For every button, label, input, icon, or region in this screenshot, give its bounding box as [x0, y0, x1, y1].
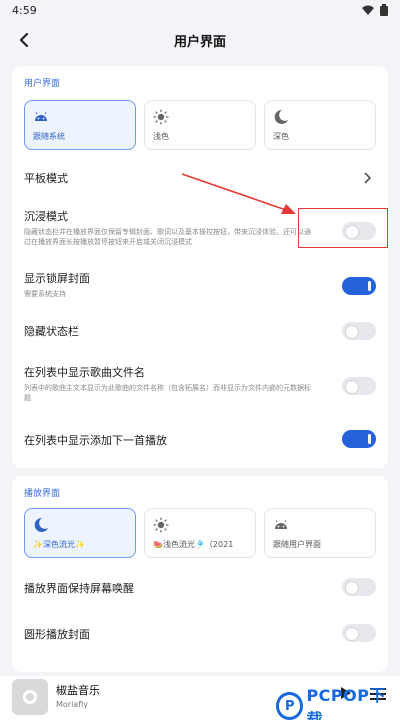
setting-title: 播放界面保持屏幕唤醒 — [24, 582, 134, 595]
setting-tablet-mode[interactable]: 平板模式 — [24, 170, 376, 186]
setting-hide-statusbar[interactable]: 隐藏状态栏 — [24, 323, 376, 339]
setting-keep-awake[interactable]: 播放界面保持屏幕唤醒 — [24, 580, 376, 596]
setting-title: 显示锁屏封面 — [24, 272, 90, 285]
player-mode-label: 跟随用户界面 — [273, 540, 321, 549]
chevron-right-icon — [364, 172, 372, 184]
moon-icon — [34, 517, 48, 532]
player-mode-follow-ui[interactable]: 跟随用户界面 — [264, 508, 376, 558]
setting-lockscreen-cover[interactable]: 显示锁屏封面 需要系统支持 — [24, 270, 376, 299]
setting-description: 需要系统支持 — [24, 290, 66, 298]
watermark-text: PCPOP下载 — [306, 686, 386, 720]
round-cover-toggle[interactable] — [342, 624, 376, 642]
player-mode-label: ✨深色流光✨ — [33, 540, 85, 549]
site-watermark: P PCPOP下载 — [276, 682, 400, 720]
android-icon — [35, 112, 47, 121]
app-bar: 用户界面 — [0, 22, 400, 58]
player-mode-label: 🍉浅色流光🎐（2021 — [153, 540, 234, 549]
player-settings-card: 播放界面 ✨深色流光✨ 🍉浅色流光🎐（2021 跟随用户界面 播放界面保持屏幕唤… — [12, 476, 388, 672]
setting-description: 隐藏状态栏并在播放界面仅保留专辑封面、歌词以及基本操控按钮，带来沉浸体验。还可以… — [24, 228, 311, 246]
back-arrow-icon — [19, 33, 29, 47]
sun-icon — [153, 109, 169, 125]
watermark-logo: P — [276, 692, 304, 720]
show-filename-toggle[interactable] — [342, 377, 376, 395]
wifi-icon — [362, 5, 374, 15]
player-mode-light-flow[interactable]: 🍉浅色流光🎐（2021 — [144, 508, 256, 558]
lockscreen-cover-toggle[interactable] — [342, 277, 376, 295]
player-mode-dark-flow[interactable]: ✨深色流光✨ — [24, 508, 136, 558]
status-bar: 4:59 — [0, 0, 400, 20]
setting-title: 平板模式 — [24, 172, 68, 185]
ui-settings-card: 用户界面 跟随系统 浅色 深色 平板模式 沉浸模式 隐藏状态栏并在播放界面仅保留… — [12, 66, 388, 468]
theme-mode-dark[interactable]: 深色 — [264, 100, 376, 150]
section-title-player: 播放界面 — [24, 489, 61, 499]
album-cover[interactable] — [12, 679, 48, 715]
page-title: 用户界面 — [173, 34, 226, 50]
setting-add-next[interactable]: 在列表中显示添加下一首播放 — [24, 432, 376, 448]
theme-mode-follow-system[interactable]: 跟随系统 — [24, 100, 136, 150]
battery-icon — [380, 4, 388, 16]
android-icon — [275, 520, 287, 529]
theme-mode-label: 跟随系统 — [33, 132, 65, 141]
sun-icon — [153, 517, 169, 533]
setting-show-filename[interactable]: 在列表中显示歌曲文件名 列表中的歌曲主文本显示为此歌曲的文件名称（包含拓展名）而… — [24, 364, 376, 403]
theme-mode-light[interactable]: 浅色 — [144, 100, 256, 150]
setting-description: 列表中的歌曲主文本显示为此歌曲的文件名称（包含拓展名）而非显示为文件内嵌的元数据… — [24, 384, 311, 402]
disc-icon — [23, 690, 37, 704]
theme-mode-label: 深色 — [273, 132, 289, 141]
add-next-toggle[interactable] — [342, 430, 376, 448]
setting-round-cover[interactable]: 圆形播放封面 — [24, 626, 376, 642]
back-button[interactable] — [10, 26, 38, 54]
song-title: 椒盐音乐 — [56, 684, 100, 697]
song-artist: Moriafly — [56, 700, 88, 709]
annotation-highlight-box — [298, 208, 388, 248]
setting-title: 隐藏状态栏 — [24, 325, 79, 338]
setting-title: 在列表中显示歌曲文件名 — [24, 366, 145, 379]
theme-mode-label: 浅色 — [153, 132, 169, 141]
hide-statusbar-toggle[interactable] — [342, 322, 376, 340]
moon-icon — [274, 109, 288, 124]
status-time: 4:59 — [12, 3, 37, 17]
setting-title: 圆形播放封面 — [24, 628, 90, 641]
keep-awake-toggle[interactable] — [342, 578, 376, 596]
setting-title: 在列表中显示添加下一首播放 — [24, 434, 167, 447]
section-title-ui: 用户界面 — [24, 79, 61, 89]
